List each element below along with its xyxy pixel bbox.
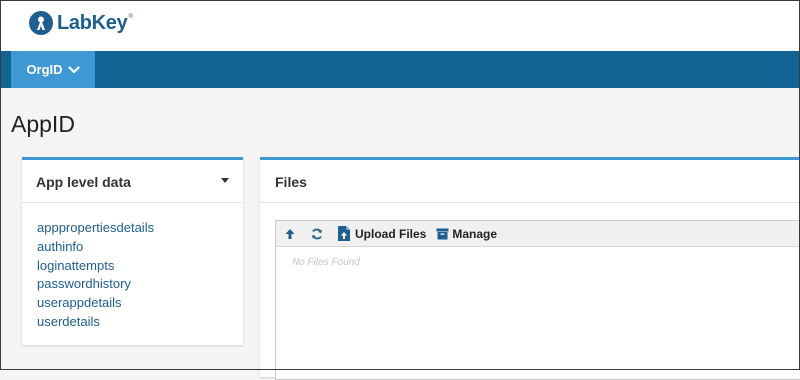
labkey-logo[interactable]: LabKey ® — [29, 10, 133, 36]
logo-trademark: ® — [128, 14, 133, 20]
parent-folder-button[interactable] — [283, 224, 300, 244]
panel-title: App level data — [36, 174, 131, 190]
labkey-logo-mark-icon — [29, 11, 53, 35]
files-panel: Files Upload Files Manage No Files Found — [260, 157, 800, 380]
project-nav-bar: OrgID — [0, 51, 800, 88]
app-level-data-panel: App level data apppropertiesdetails auth… — [22, 157, 243, 345]
manage-button[interactable]: Manage — [436, 224, 497, 244]
upload-files-button[interactable]: Upload Files — [337, 224, 426, 244]
project-menu-button[interactable]: OrgID — [11, 51, 95, 88]
chevron-down-icon — [67, 65, 80, 73]
page-title: AppID — [11, 111, 75, 137]
panel-header: Files — [260, 160, 800, 203]
empty-files-message: No Files Found — [292, 257, 360, 268]
logo-text: LabKey — [57, 11, 128, 34]
list-item-link[interactable]: authinfo — [37, 238, 154, 257]
panel-menu-caret-icon[interactable] — [221, 178, 229, 183]
refresh-button[interactable] — [310, 224, 327, 244]
site-header: LabKey ® — [0, 0, 800, 51]
list-item-link[interactable]: userdetails — [37, 313, 154, 332]
upload-file-icon — [338, 226, 350, 241]
manage-label: Manage — [452, 226, 498, 241]
panel-title: Files — [275, 174, 307, 190]
file-browser-toolbar: Upload Files Manage — [276, 221, 800, 247]
list-item-link[interactable]: passwordhistory — [37, 275, 154, 294]
list-item-link[interactable]: loginattempts — [37, 257, 154, 276]
archive-box-icon — [436, 228, 449, 239]
upload-files-label: Upload Files — [355, 226, 427, 241]
arrow-up-icon — [285, 228, 295, 239]
query-link-list: apppropertiesdetails authinfo loginattem… — [37, 219, 154, 332]
project-menu-label: OrgID — [26, 62, 63, 77]
list-item-link[interactable]: apppropertiesdetails — [37, 219, 154, 238]
file-browser: Upload Files Manage No Files Found — [275, 220, 800, 380]
panel-header: App level data — [22, 160, 243, 203]
list-item-link[interactable]: userappdetails — [37, 294, 154, 313]
refresh-icon — [312, 228, 322, 239]
